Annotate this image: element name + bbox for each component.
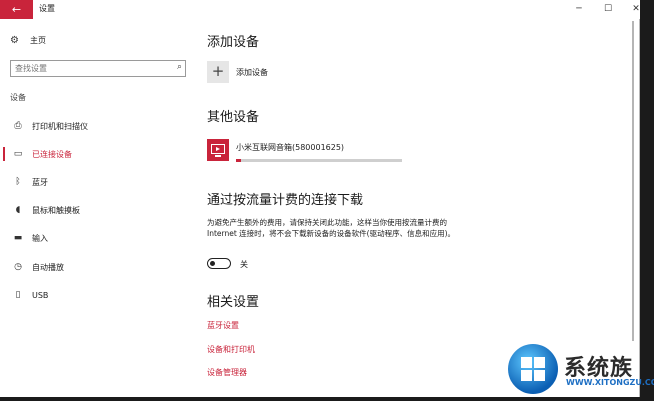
title-bar: ← 设置 ─ ☐ ✕ — [0, 0, 640, 19]
search-box: ⌕ — [10, 60, 186, 77]
metered-description: 为避免产生额外的费用，请保持关闭此功能，这样当你使用按流量计费的 Interne… — [207, 218, 456, 238]
back-button[interactable]: ← — [0, 0, 33, 19]
sidebar: ⚙ 主页 ⌕ 设备 ⎙ 打印机和扫描仪 ▭ 已连接设备 ᛒ 蓝牙 ◖ 鼠标和触摸… — [0, 19, 196, 397]
display-stand — [215, 155, 221, 157]
sidebar-item-typing[interactable]: ▬ 输入 — [0, 228, 196, 248]
sidebar-item-bluetooth[interactable]: ᛒ 蓝牙 — [0, 172, 196, 192]
plus-icon: + — [211, 62, 225, 80]
bluetooth-settings-link[interactable]: 蓝牙设置 — [207, 320, 239, 331]
window-title: 设置 — [39, 4, 55, 13]
sidebar-item-connected-devices[interactable]: ▭ 已连接设备 — [0, 144, 196, 164]
device-tile[interactable] — [207, 139, 229, 161]
scrollbar[interactable] — [630, 19, 636, 397]
devices-printers-link[interactable]: 设备和打印机 — [207, 344, 255, 355]
sidebar-item-label: 蓝牙 — [32, 177, 48, 187]
keyboard-icon: ▬ — [13, 233, 23, 243]
close-button[interactable]: ✕ — [621, 0, 651, 19]
search-icon[interactable]: ⌕ — [177, 62, 182, 72]
device-progress-fill — [236, 159, 241, 162]
sidebar-item-label: 鼠标和触摸板 — [32, 205, 80, 215]
usb-icon: ▯ — [15, 290, 21, 300]
sidebar-section-label: 设备 — [10, 93, 26, 102]
main-content: 添加设备 + 添加设备 其他设备 小米互联网音箱(580001625) 通过按流… — [196, 19, 640, 397]
sidebar-item-mouse[interactable]: ◖ 鼠标和触摸板 — [0, 200, 196, 220]
other-devices-heading: 其他设备 — [207, 110, 260, 125]
add-device-button[interactable]: + — [207, 61, 229, 83]
printer-icon: ⎙ — [14, 121, 22, 131]
related-settings-heading: 相关设置 — [207, 295, 260, 310]
watermark: 系统族 WWW.XITONGZU.COM — [500, 342, 654, 401]
watermark-url: WWW.XITONGZU.COM — [566, 378, 654, 387]
autoplay-icon: ◷ — [14, 262, 22, 272]
sidebar-item-label: 已连接设备 — [32, 149, 72, 159]
gear-icon: ⚙ — [10, 34, 19, 46]
bluetooth-icon: ᛒ — [15, 177, 21, 187]
windows-logo-icon — [508, 344, 558, 394]
sidebar-item-printers[interactable]: ⎙ 打印机和扫描仪 — [0, 116, 196, 136]
device-name[interactable]: 小米互联网音箱(580001625) — [236, 142, 344, 153]
sidebar-item-label: 输入 — [32, 233, 48, 243]
device-manager-link[interactable]: 设备管理器 — [207, 367, 247, 378]
device-progress-bar — [236, 159, 402, 162]
scrollbar-thumb[interactable] — [632, 21, 634, 341]
metered-toggle[interactable] — [207, 258, 231, 269]
toggle-state-label: 关 — [240, 260, 248, 269]
sidebar-item-label: 自动播放 — [32, 262, 64, 272]
sidebar-item-usb[interactable]: ▯ USB — [0, 285, 196, 305]
toggle-knob — [210, 260, 215, 266]
display-icon — [211, 144, 225, 154]
add-device-label[interactable]: 添加设备 — [236, 67, 268, 78]
settings-window: ← 设置 ─ ☐ ✕ ⚙ 主页 ⌕ 设备 ⎙ 打印机和扫描仪 ▭ 已连接设备 ᛒ… — [0, 0, 640, 397]
metered-heading: 通过按流量计费的连接下载 — [207, 193, 364, 208]
mouse-icon: ◖ — [15, 205, 21, 215]
sidebar-item-label: 打印机和扫描仪 — [32, 121, 88, 131]
connected-devices-icon: ▭ — [13, 149, 23, 159]
search-input[interactable] — [11, 61, 161, 76]
add-devices-heading: 添加设备 — [207, 35, 260, 50]
sidebar-item-label: USB — [32, 290, 49, 300]
sidebar-home[interactable]: ⚙ 主页 — [10, 33, 46, 47]
sidebar-item-autoplay[interactable]: ◷ 自动播放 — [0, 257, 196, 277]
minimize-button[interactable]: ─ — [564, 0, 594, 19]
maximize-button[interactable]: ☐ — [593, 0, 623, 19]
sidebar-home-label: 主页 — [30, 35, 46, 45]
